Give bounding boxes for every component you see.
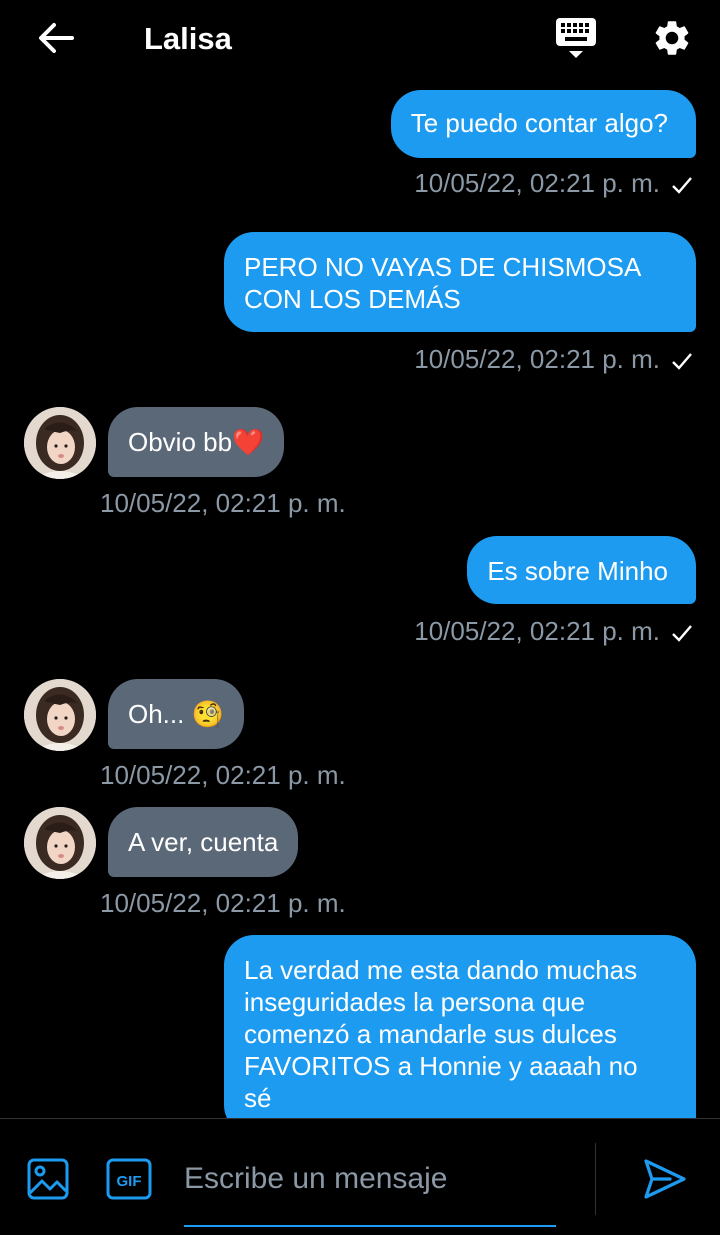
- outgoing-message[interactable]: PERO NO VAYAS DE CHISMOSA CON LOS DEMÁS: [224, 232, 696, 332]
- add-image-button[interactable]: [26, 1157, 70, 1201]
- avatar-photo: [24, 807, 96, 879]
- conversation-title: Lalisa: [144, 21, 232, 56]
- image-icon: [27, 1158, 69, 1200]
- settings-button[interactable]: [648, 14, 696, 62]
- message-input[interactable]: [184, 1149, 556, 1209]
- divider: [595, 1143, 596, 1215]
- incoming-message[interactable]: Obvio bb❤️: [108, 407, 285, 477]
- arrow-left-icon: [39, 23, 74, 53]
- gif-label: GIF: [117, 1173, 142, 1190]
- outgoing-message[interactable]: Es sobre Minho: [467, 536, 696, 604]
- incoming-message[interactable]: Oh... 🧐: [108, 679, 244, 749]
- outgoing-message[interactable]: La verdad me esta dando muchas insegurid…: [224, 935, 696, 1118]
- check-icon: [672, 625, 692, 642]
- message-text: A ver, cuenta: [128, 827, 279, 857]
- message-text: PERO NO VAYAS DE CHISMOSA CON LOS DEMÁS: [244, 252, 640, 314]
- message-text: Obvio bb❤️: [128, 427, 265, 457]
- avatar[interactable]: [24, 679, 96, 751]
- outgoing-message[interactable]: Te puedo contar algo?: [390, 90, 696, 158]
- gif-icon: GIF: [106, 1158, 152, 1200]
- message-text: Oh... 🧐: [128, 699, 224, 729]
- composer-bar: GIF: [0, 1118, 720, 1235]
- message-timestamp: 10/05/22, 02:21 p. m.: [100, 488, 346, 518]
- back-button[interactable]: [32, 16, 80, 60]
- message-timestamp: 10/05/22, 02:21 p. m.: [100, 760, 346, 790]
- avatar[interactable]: [24, 807, 96, 879]
- message-input-wrapper: [184, 1149, 556, 1227]
- message-timestamp: 10/05/22, 02:21 p. m.: [414, 167, 694, 199]
- avatar[interactable]: [24, 407, 96, 479]
- check-icon: [672, 353, 692, 370]
- add-gif-button[interactable]: GIF: [106, 1157, 152, 1201]
- message-text: Te puedo contar algo?: [410, 108, 668, 138]
- send-icon: [644, 1159, 686, 1199]
- send-button[interactable]: [640, 1155, 688, 1203]
- incoming-message[interactable]: A ver, cuenta: [108, 807, 299, 877]
- chat-screen: Lalisa Te puedo contar algo? 10/05/22, 0…: [0, 0, 720, 1235]
- gear-icon: [655, 21, 689, 55]
- check-icon: [672, 177, 692, 194]
- message-timestamp: 10/05/22, 02:21 p. m.: [100, 888, 346, 918]
- message-text: Es sobre Minho: [487, 556, 668, 586]
- avatar-photo: [24, 679, 96, 751]
- keyboard-icon: [556, 18, 596, 58]
- message-text: La verdad me esta dando muchas insegurid…: [244, 955, 638, 1113]
- chat-header: Lalisa: [0, 0, 720, 78]
- avatar-photo: [24, 407, 96, 479]
- keyboard-button[interactable]: [552, 16, 600, 64]
- message-timestamp: 10/05/22, 02:21 p. m.: [414, 615, 694, 647]
- message-list[interactable]: Te puedo contar algo? 10/05/22, 02:21 p.…: [0, 78, 720, 1118]
- message-timestamp: 10/05/22, 02:21 p. m.: [414, 343, 694, 375]
